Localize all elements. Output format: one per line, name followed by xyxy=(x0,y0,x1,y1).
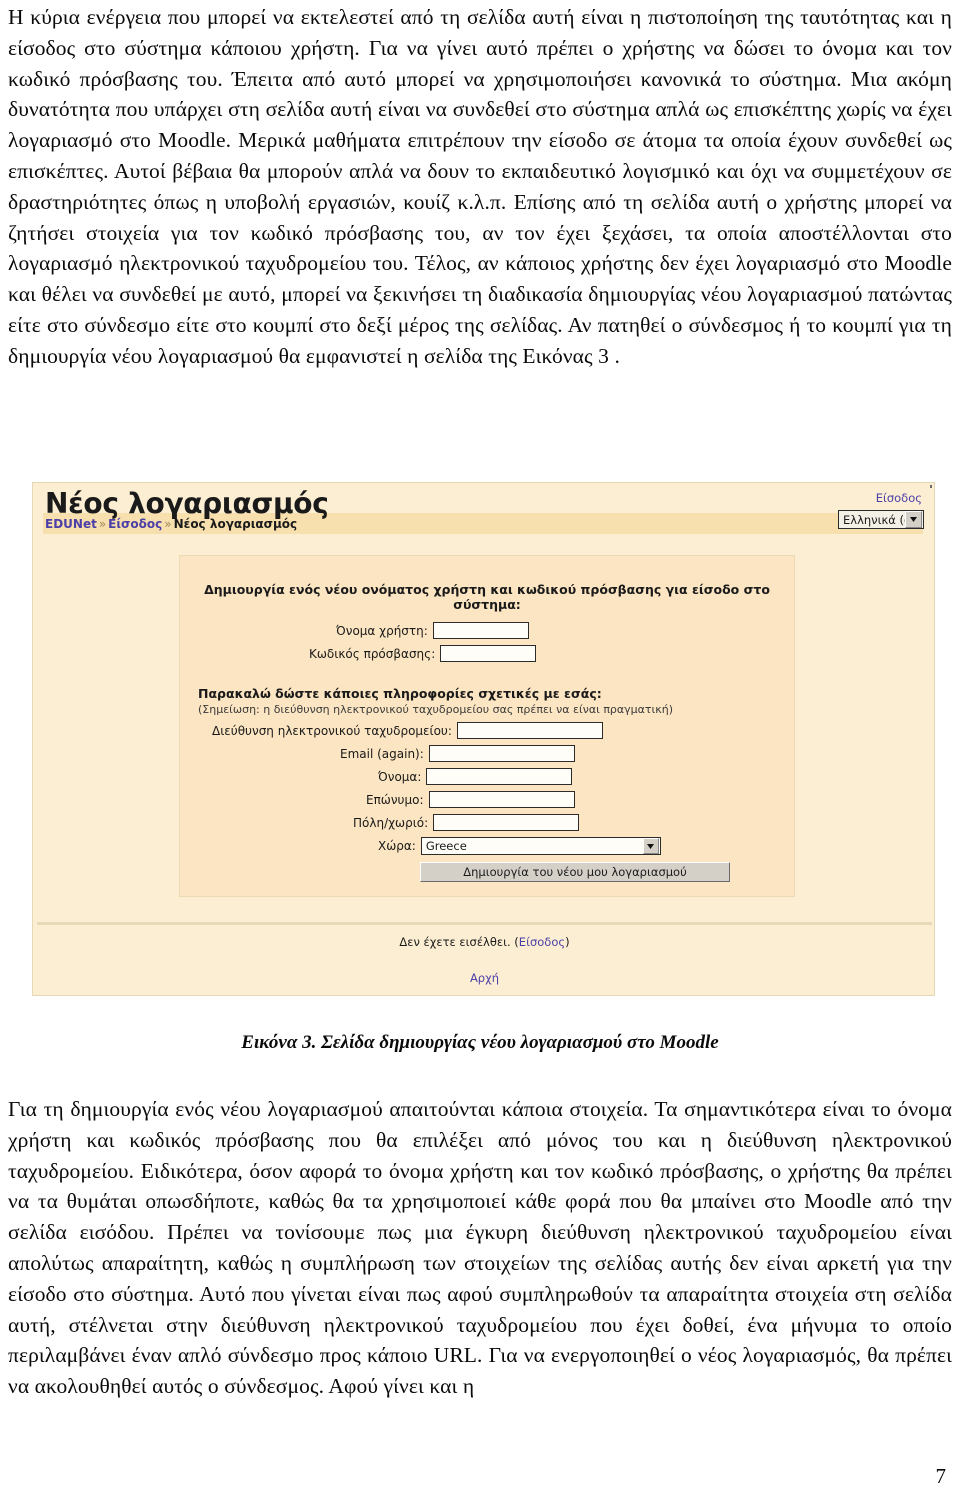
moodle-page-footer: Δεν έχετε εισέλθει. (Είσοδος) Αρχή xyxy=(33,935,934,985)
home-link[interactable]: Αρχή xyxy=(33,971,934,985)
username-input[interactable] xyxy=(432,622,529,639)
new-account-form-panel: Δημιουργία ενός νέου ονόματος χρήστη και… xyxy=(179,555,795,897)
email-again-label: Email (again): xyxy=(340,746,424,761)
moodle-new-account-screenshot: Νέος λογαριασμός Είσοδος Ελληνικά (el) E… xyxy=(32,482,935,996)
breadcrumb-item-site[interactable]: EDUNet xyxy=(45,517,97,531)
firstname-input[interactable] xyxy=(426,768,573,785)
paragraph-above-figure: Η κύρια ενέργεια που μπορεί να εκτελεστε… xyxy=(8,5,952,368)
submit-row: Δημιουργία του νέου μου λογαριασμού xyxy=(198,862,776,882)
footer-login-link[interactable]: Είσοδος xyxy=(519,935,565,949)
city-row: Πόλη/χωριό: xyxy=(198,814,776,831)
password-input[interactable] xyxy=(440,645,537,662)
firstname-label: Όνομα: xyxy=(378,769,422,784)
city-label: Πόλη/χωριό: xyxy=(353,815,429,830)
document-page: Η κύρια ενέργεια που μπορεί να εκτελεστε… xyxy=(0,0,960,1508)
breadcrumb-separator-2: » xyxy=(164,517,172,531)
country-select-value: Greece xyxy=(425,839,467,853)
country-row: Χώρα: Greece xyxy=(198,837,776,855)
breadcrumb-separator-1: » xyxy=(98,517,107,531)
breadcrumb-item-current: Νέος λογαριασμός xyxy=(173,517,298,531)
email-row: Διεύθυνση ηλεκτρονικού ταχυδρομείου: xyxy=(198,722,776,739)
breadcrumb-item-login[interactable]: Είσοδος xyxy=(108,517,162,531)
username-row: Όνομα χρήστη: xyxy=(198,622,776,639)
credentials-section-heading: Δημιουργία ενός νέου ονόματος χρήστη και… xyxy=(204,582,770,612)
figure-caption: Εικόνα 3. Σελίδα δημιουργίας νέου λογαρι… xyxy=(241,1032,719,1053)
login-status-text-end: ) xyxy=(565,935,570,949)
chevron-down-icon xyxy=(905,511,922,528)
lastname-label: Επώνυμο: xyxy=(366,792,424,807)
personal-info-section-heading: Παρακαλώ δώστε κάποιες πληροφορίες σχετι… xyxy=(198,686,602,701)
chevron-down-icon xyxy=(642,838,659,854)
country-label: Χώρα: xyxy=(378,839,416,853)
login-status-text: Δεν έχετε εισέλθει. ( xyxy=(399,935,519,949)
email-again-input[interactable] xyxy=(428,745,575,762)
firstname-row: Όνομα: xyxy=(198,768,776,785)
page-title: Νέος λογαριασμός xyxy=(45,487,329,520)
password-label: Κωδικός πρόσβασης: xyxy=(309,646,436,661)
page-number: 7 xyxy=(935,1464,947,1488)
create-account-button[interactable]: Δημιουργία του νέου μου λογαριασμού xyxy=(420,862,730,882)
email-again-row: Email (again): xyxy=(198,745,776,762)
email-label: Διεύθυνση ηλεκτρονικού ταχυδρομείου: xyxy=(212,723,452,738)
lastname-row: Επώνυμο: xyxy=(198,791,776,808)
email-input[interactable] xyxy=(456,722,603,739)
personal-info-note: (Σημείωση: η διεύθυνση ηλεκτρονικού ταχυ… xyxy=(198,703,674,716)
language-select-value: Ελληνικά (el) xyxy=(843,512,905,527)
lastname-input[interactable] xyxy=(428,791,575,808)
password-row: Κωδικός πρόσβασης: xyxy=(198,645,776,662)
login-link[interactable]: Είσοδος xyxy=(876,491,922,505)
footer-divider xyxy=(37,922,932,925)
language-select[interactable]: Ελληνικά (el) xyxy=(838,510,924,529)
moodle-page-header: Νέος λογαριασμός Είσοδος Ελληνικά (el) E… xyxy=(33,483,934,541)
username-label: Όνομα χρήστη: xyxy=(336,623,428,638)
paragraph-below-figure: Για τη δημιουργία ενός νέου λογαριασμού … xyxy=(8,1097,952,1399)
city-input[interactable] xyxy=(433,814,580,831)
country-select[interactable]: Greece xyxy=(420,837,661,855)
breadcrumb: EDUNet» Είσοδος» Νέος λογαριασμός xyxy=(45,517,297,531)
